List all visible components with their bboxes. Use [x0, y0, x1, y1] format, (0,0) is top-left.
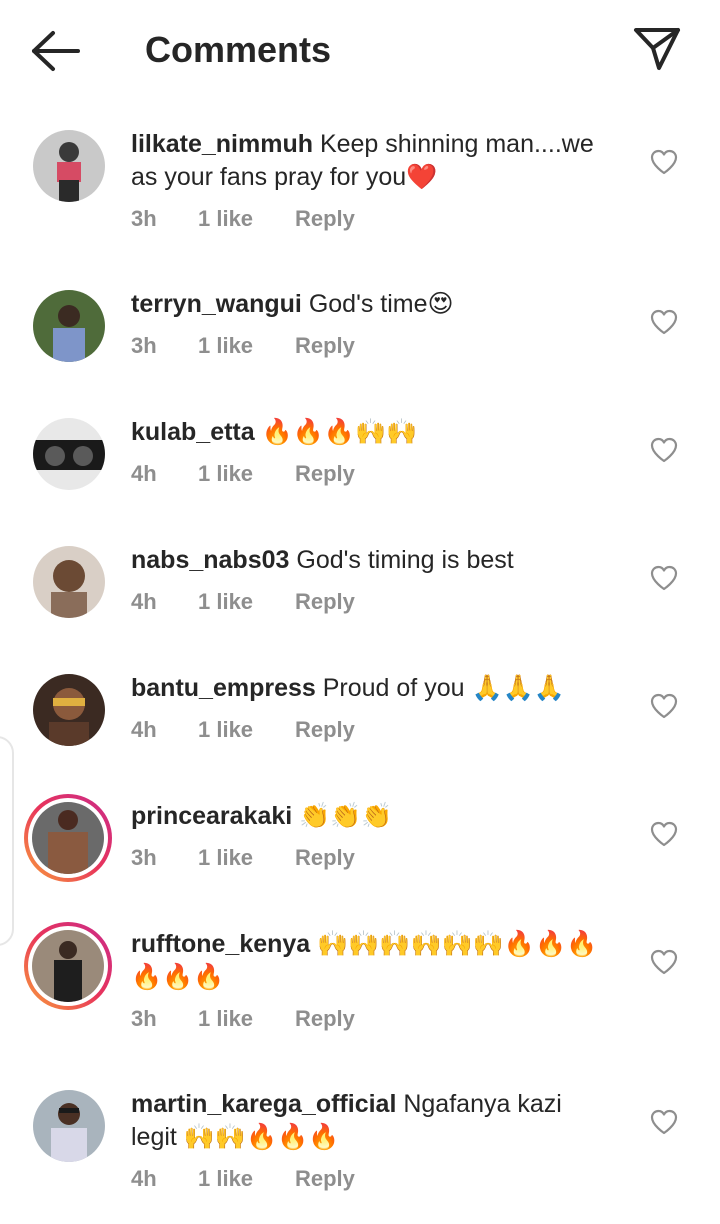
comment-body: 🔥🔥🔥🙌🙌	[254, 418, 418, 446]
comment-text: martin_karega_official Ngafanya kazi leg…	[131, 1088, 611, 1154]
comment-body: Proud of you 🙏🙏🙏	[315, 674, 565, 702]
comment-body: God's timing is best	[289, 546, 514, 574]
comment-username[interactable]: rufftone_kenya	[131, 930, 310, 958]
reply-button[interactable]: Reply	[295, 845, 355, 871]
comment-likes[interactable]: 1 like	[198, 1006, 253, 1032]
avatar[interactable]	[33, 290, 105, 362]
back-button[interactable]	[30, 28, 82, 74]
paper-plane-icon	[634, 28, 680, 70]
comment-time: 4h	[131, 717, 157, 742]
comment-text: nabs_nabs03 God's timing is best	[131, 544, 611, 577]
comment-time: 3h	[131, 333, 157, 358]
edge-panel-handle[interactable]	[0, 736, 14, 946]
reply-button[interactable]: Reply	[295, 1006, 355, 1032]
comment-time: 3h	[131, 845, 157, 870]
reply-button[interactable]: Reply	[295, 589, 355, 615]
comment-likes[interactable]: 1 like	[198, 589, 253, 615]
comment-body: 👏👏👏	[292, 802, 393, 830]
comment-time: 4h	[131, 1166, 157, 1191]
comment-body: God's time😍	[301, 290, 454, 318]
comment-username[interactable]: bantu_empress	[131, 674, 316, 702]
heart-icon[interactable]	[650, 309, 678, 335]
heart-icon[interactable]	[650, 821, 678, 847]
comment-text: lilkate_nimmuh Keep shinning man....we a…	[131, 128, 611, 194]
reply-button[interactable]: Reply	[295, 333, 355, 359]
comment-likes[interactable]: 1 like	[198, 845, 253, 871]
comment-likes[interactable]: 1 like	[198, 717, 253, 743]
heart-icon[interactable]	[650, 693, 678, 719]
reply-button[interactable]: Reply	[295, 717, 355, 743]
comment-text: terryn_wangui God's time😍	[131, 288, 611, 321]
reply-button[interactable]: Reply	[295, 206, 355, 232]
avatar-story-ring[interactable]	[24, 922, 112, 1010]
comment-likes[interactable]: 1 like	[198, 461, 253, 487]
share-button[interactable]	[632, 25, 682, 73]
header-bar: Comments	[0, 0, 720, 100]
avatar[interactable]	[33, 674, 105, 746]
comment-likes[interactable]: 1 like	[198, 1166, 253, 1192]
heart-icon[interactable]	[650, 949, 678, 975]
heart-icon[interactable]	[650, 1109, 678, 1135]
comment-username[interactable]: kulab_etta	[131, 418, 255, 446]
comment-likes[interactable]: 1 like	[198, 333, 253, 359]
arrow-left-icon	[32, 31, 80, 71]
heart-icon[interactable]	[650, 565, 678, 591]
comment-text: princearakaki 👏👏👏	[131, 800, 611, 833]
avatar[interactable]	[33, 130, 105, 202]
comment-text: kulab_etta 🔥🔥🔥🙌🙌	[131, 416, 611, 449]
reply-button[interactable]: Reply	[295, 1166, 355, 1192]
avatar[interactable]	[33, 418, 105, 490]
comment-time: 3h	[131, 1006, 157, 1031]
comment-text: bantu_empress Proud of you 🙏🙏🙏	[131, 672, 611, 705]
comment-username[interactable]: nabs_nabs03	[131, 546, 289, 574]
avatar[interactable]	[33, 1090, 105, 1162]
avatar-story-ring[interactable]	[24, 794, 112, 882]
heart-icon[interactable]	[650, 437, 678, 463]
comment-time: 3h	[131, 206, 157, 231]
comment-username[interactable]: martin_karega_official	[131, 1090, 396, 1118]
comment-time: 4h	[131, 589, 157, 614]
comment-text: rufftone_kenya 🙌🙌🙌🙌🙌🙌🔥🔥🔥🔥🔥🔥	[131, 928, 611, 994]
page-title: Comments	[145, 29, 332, 70]
avatar[interactable]	[33, 546, 105, 618]
comment-username[interactable]: princearakaki	[131, 802, 292, 830]
heart-icon[interactable]	[650, 149, 678, 175]
comment-username[interactable]: terryn_wangui	[131, 290, 302, 318]
comment-likes[interactable]: 1 like	[198, 206, 253, 232]
reply-button[interactable]: Reply	[295, 461, 355, 487]
comment-username[interactable]: lilkate_nimmuh	[131, 130, 313, 158]
comment-time: 4h	[131, 461, 157, 486]
